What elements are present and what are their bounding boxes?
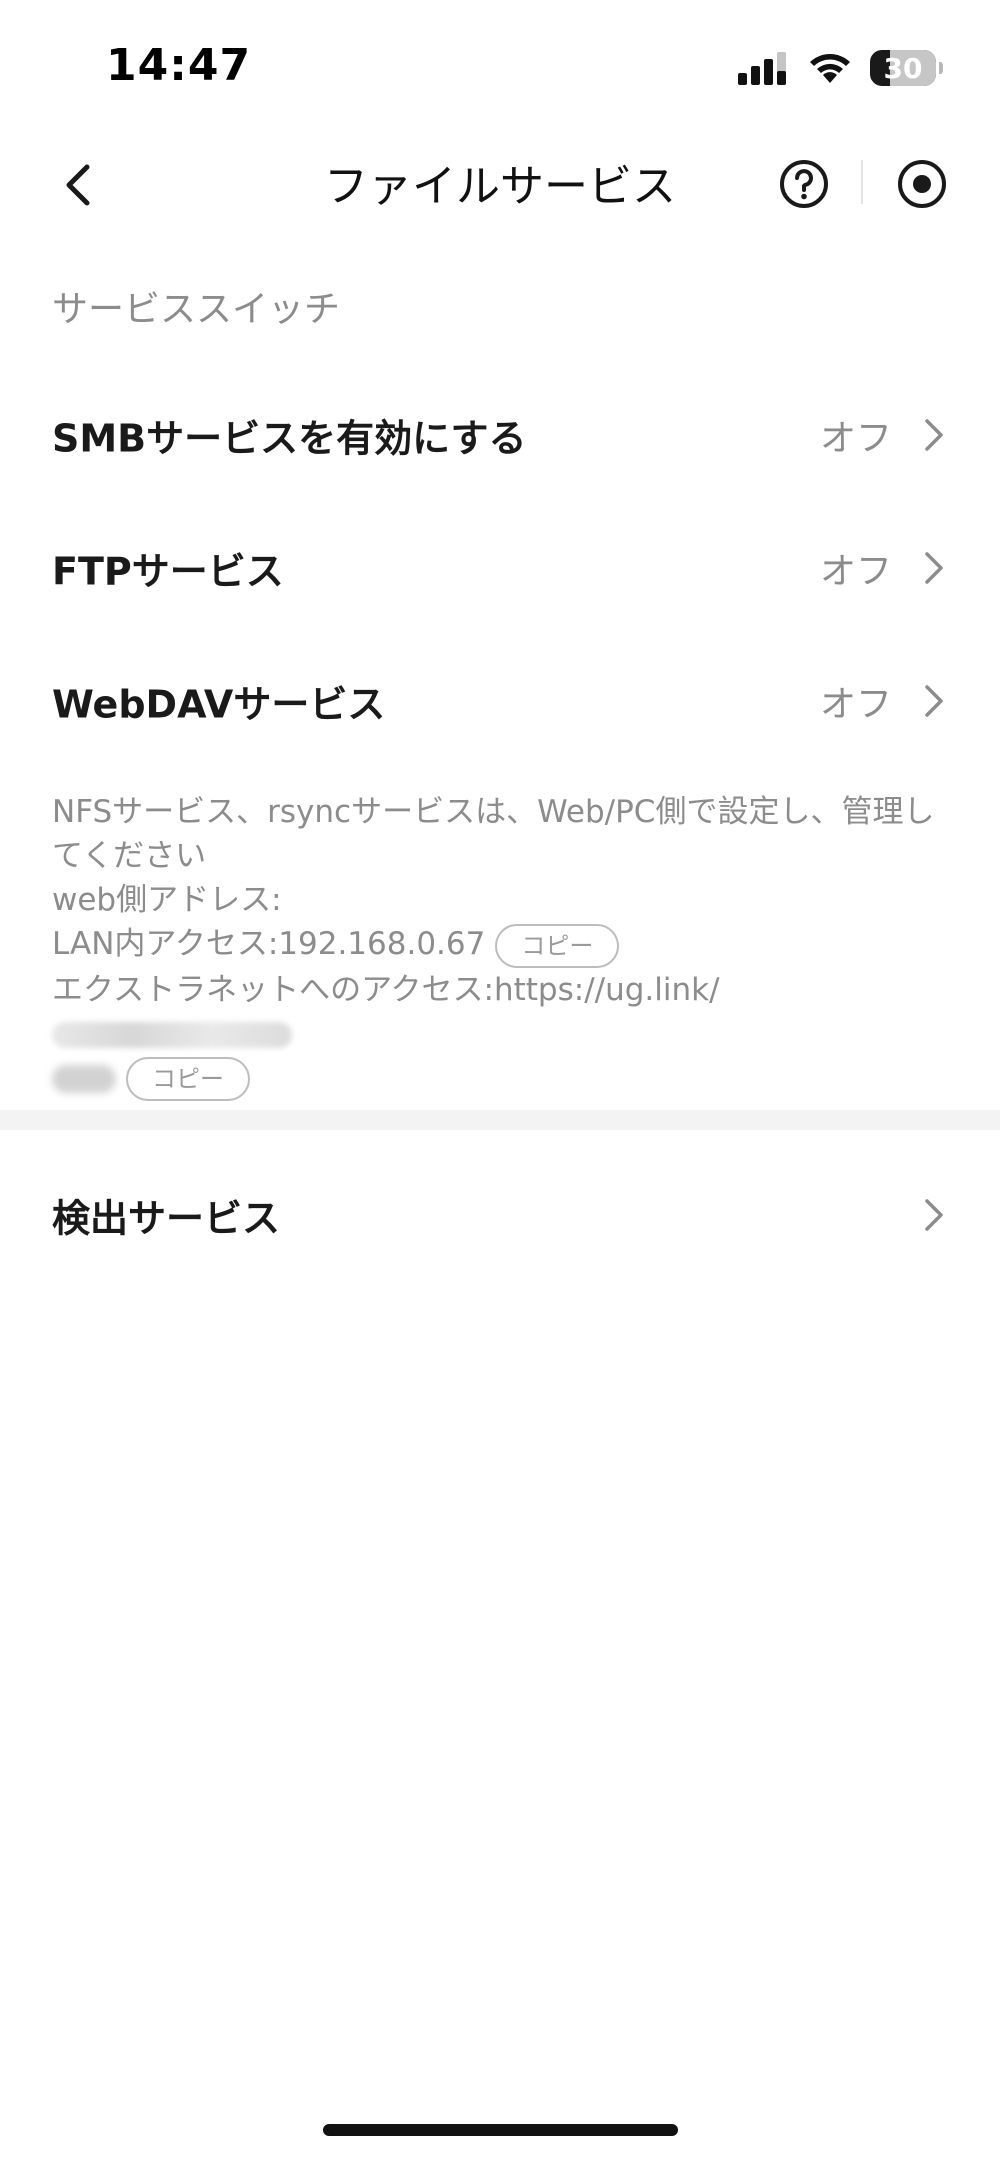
discovery-service-row[interactable]: 検出サービス bbox=[0, 1160, 1000, 1270]
wifi-icon bbox=[810, 54, 850, 83]
row-label: FTPサービス bbox=[52, 549, 284, 594]
status-bar: 14:47 30 bbox=[0, 0, 1000, 130]
home-indicator[interactable] bbox=[323, 2124, 678, 2136]
row-label: WebDAVサービス bbox=[52, 682, 386, 727]
web-address-label: web側アドレス: bbox=[52, 882, 282, 918]
extranet-access-address: エクストラネットへのアクセス:https://ug.link/ bbox=[52, 971, 720, 1008]
copy-extranet-button[interactable]: コピー bbox=[126, 1057, 250, 1101]
nav-bar: ファイルサービス bbox=[0, 130, 1000, 240]
status-icons: 30 bbox=[738, 48, 943, 88]
help-button[interactable] bbox=[778, 158, 830, 210]
section-header-service-switch: サービススイッチ bbox=[52, 289, 341, 330]
lan-access-address: LAN内アクセス:192.168.0.67 bbox=[52, 926, 486, 962]
chevron-right-icon bbox=[925, 419, 943, 451]
chevron-right-icon bbox=[925, 1199, 943, 1231]
nfs-rsync-note: NFSサービス、rsyncサービスは、Web/PC側で設定し、管理してください bbox=[52, 794, 935, 874]
redacted-link bbox=[52, 1022, 292, 1048]
service-info: NFSサービス、rsyncサービスは、Web/PC側で設定し、管理してください … bbox=[52, 790, 952, 1101]
status-time: 14:47 bbox=[106, 40, 252, 91]
nav-divider bbox=[861, 160, 863, 204]
row-label: 検出サービス bbox=[52, 1196, 281, 1241]
extranet-access-line-2: コピー bbox=[52, 1056, 952, 1101]
ftp-service-row[interactable]: FTPサービス オフ bbox=[0, 513, 1000, 623]
battery-icon: 30 bbox=[870, 50, 943, 86]
row-status: オフ bbox=[819, 418, 892, 459]
section-separator bbox=[0, 1110, 1000, 1130]
chevron-right-icon bbox=[925, 685, 943, 717]
signal-icon bbox=[738, 52, 786, 85]
lan-access-line: LAN内アクセス:192.168.0.67 コピー bbox=[52, 922, 952, 968]
copy-lan-button[interactable]: コピー bbox=[495, 923, 620, 968]
row-status: オフ bbox=[819, 551, 892, 592]
page-title: ファイルサービス bbox=[324, 161, 676, 212]
smb-service-row[interactable]: SMBサービスを有効にする オフ bbox=[0, 380, 1000, 490]
battery-level: 30 bbox=[883, 51, 923, 85]
row-label: SMBサービスを有効にする bbox=[52, 416, 527, 461]
row-status: オフ bbox=[819, 684, 892, 725]
redacted-link bbox=[52, 1065, 116, 1093]
webdav-service-row[interactable]: WebDAVサービス オフ bbox=[0, 646, 1000, 756]
extranet-access-line: エクストラネットへのアクセス:https://ug.link/ bbox=[52, 968, 952, 1056]
chevron-right-icon bbox=[925, 552, 943, 584]
record-button[interactable] bbox=[896, 158, 948, 210]
